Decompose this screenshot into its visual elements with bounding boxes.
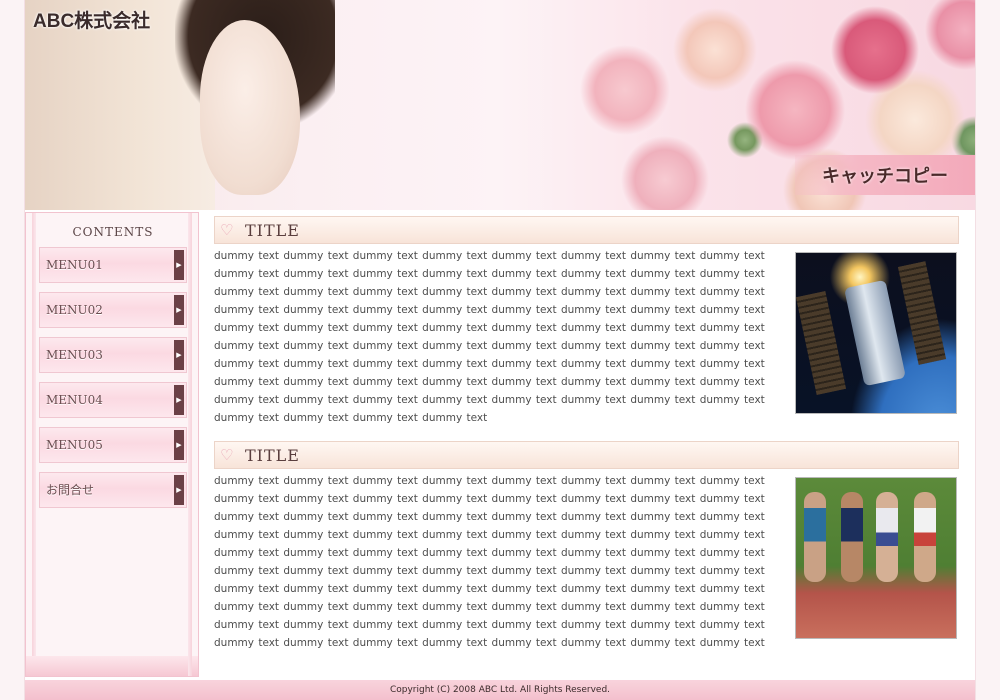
sidebar-item-label: MENU01 bbox=[46, 258, 103, 272]
section-body-text: dummy text dummy text dummy text dummy t… bbox=[214, 475, 765, 649]
sidebar-item-menu05[interactable]: MENU05 ▶ bbox=[39, 427, 187, 463]
section-title: TITLE bbox=[245, 446, 300, 465]
sidebar-menu: MENU01 ▶ MENU02 ▶ MENU03 ▶ MENU04 ▶ MENU… bbox=[39, 247, 187, 517]
runners-photo bbox=[795, 477, 957, 639]
copyright-text: Copyright (C) 2008 ABC Ltd. All Rights R… bbox=[389, 685, 611, 695]
catch-copy: キャッチコピー bbox=[795, 155, 975, 195]
sidebar-bottom-ornament bbox=[26, 656, 198, 676]
runner bbox=[876, 492, 898, 582]
sidebar-item-contact[interactable]: お問合せ ▶ bbox=[39, 472, 187, 508]
section-title-bar: ♡ TITLE bbox=[214, 216, 959, 244]
triangle-right-icon: ▶ bbox=[174, 430, 184, 460]
triangle-right-icon: ▶ bbox=[174, 250, 184, 280]
telescope-body bbox=[844, 279, 906, 387]
sidebar-item-label: MENU05 bbox=[46, 438, 103, 452]
content-section: ♡ TITLE dummy text dummy text dummy text… bbox=[214, 216, 961, 441]
content-section: ♡ TITLE dummy text dummy text dummy text… bbox=[214, 441, 961, 666]
solar-panel-right bbox=[897, 261, 947, 365]
sidebar-item-menu04[interactable]: MENU04 ▶ bbox=[39, 382, 187, 418]
triangle-right-icon: ▶ bbox=[174, 340, 184, 370]
sidebar-item-menu01[interactable]: MENU01 ▶ bbox=[39, 247, 187, 283]
triangle-right-icon: ▶ bbox=[174, 295, 184, 325]
sidebar: CONTENTS MENU01 ▶ MENU02 ▶ MENU03 ▶ MENU… bbox=[25, 212, 199, 677]
runner bbox=[914, 492, 936, 582]
runner bbox=[841, 492, 863, 582]
sidebar-item-label: MENU02 bbox=[46, 303, 103, 317]
main-content: ♡ TITLE dummy text dummy text dummy text… bbox=[214, 216, 961, 666]
heart-icon: ♡ bbox=[220, 221, 234, 239]
section-title: TITLE bbox=[245, 221, 300, 240]
sidebar-item-menu02[interactable]: MENU02 ▶ bbox=[39, 292, 187, 328]
runner bbox=[804, 492, 826, 582]
sidebar-item-label: MENU04 bbox=[46, 393, 103, 407]
solar-panel-left bbox=[796, 290, 847, 396]
footer: Copyright (C) 2008 ABC Ltd. All Rights R… bbox=[25, 680, 975, 700]
sidebar-item-label: お問合せ bbox=[46, 483, 95, 497]
header-banner: ABC株式会社 キャッチコピー bbox=[25, 0, 975, 210]
sidebar-item-label: MENU03 bbox=[46, 348, 103, 362]
triangle-right-icon: ▶ bbox=[174, 475, 184, 505]
page: ABC株式会社 キャッチコピー CONTENTS MENU01 ▶ MENU02… bbox=[25, 0, 975, 700]
section-title-bar: ♡ TITLE bbox=[214, 441, 959, 469]
heart-icon: ♡ bbox=[220, 446, 234, 464]
company-logo[interactable]: ABC株式会社 bbox=[33, 6, 150, 33]
sidebar-heading: CONTENTS bbox=[38, 221, 188, 243]
section-body-text: dummy text dummy text dummy text dummy t… bbox=[214, 250, 765, 424]
triangle-right-icon: ▶ bbox=[174, 385, 184, 415]
space-station-photo bbox=[795, 252, 957, 414]
sidebar-item-menu03[interactable]: MENU03 ▶ bbox=[39, 337, 187, 373]
